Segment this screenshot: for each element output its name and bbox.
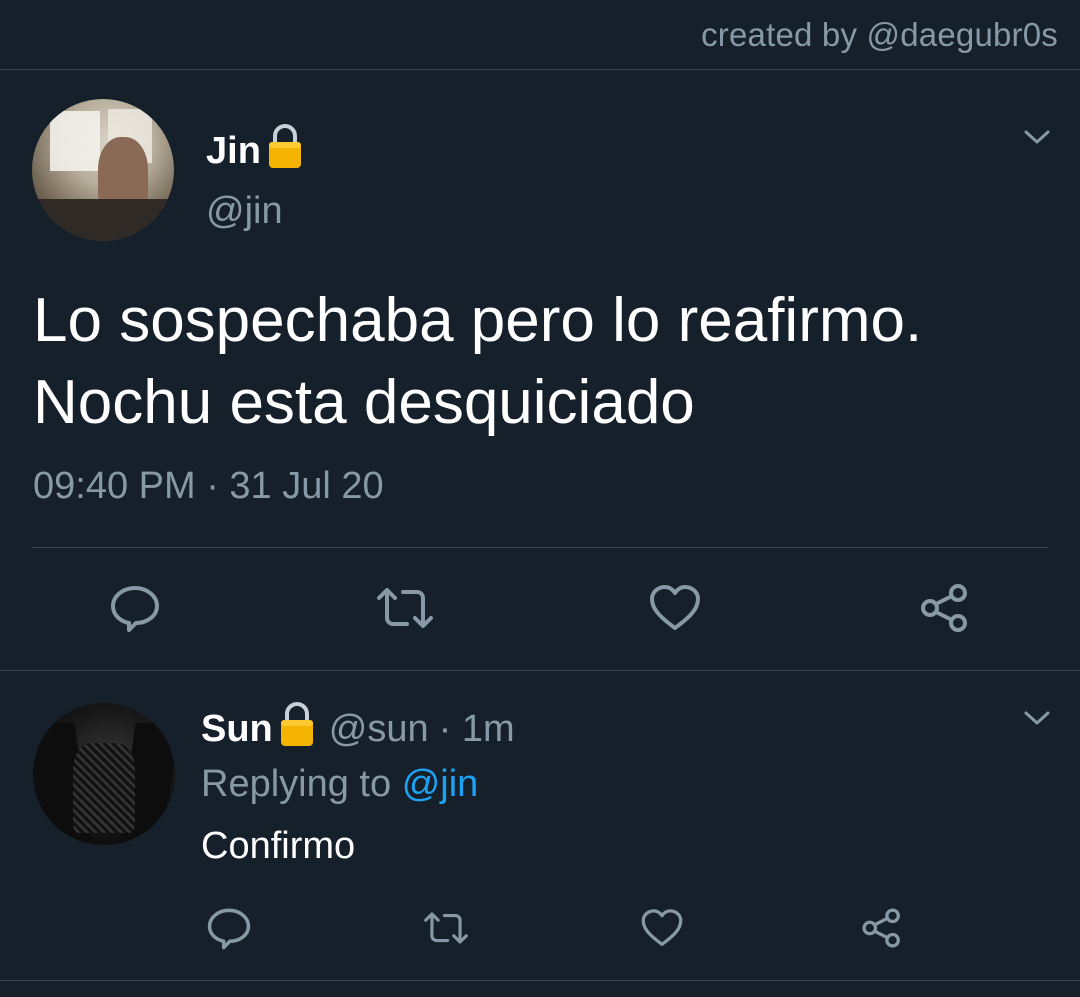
avatar-window — [50, 111, 100, 171]
tweet-text-line: Nochu esta desquiciado — [33, 368, 695, 437]
retweet-icon[interactable] — [421, 908, 471, 948]
share-icon[interactable] — [860, 907, 904, 949]
lock-icon — [265, 122, 305, 180]
replying-to-mention[interactable]: @jin — [402, 763, 479, 805]
like-icon[interactable] — [648, 584, 702, 632]
reply-time: · 1m — [438, 707, 515, 750]
tweet-timestamp[interactable]: 09:40 PM · 31 Jul 20 — [33, 465, 384, 508]
reply-header: Sun @sun · 1m — [201, 700, 515, 758]
author-handle[interactable]: @jin — [206, 190, 283, 233]
replying-to-label: Replying to — [201, 763, 392, 805]
bottom-divider — [0, 980, 1080, 981]
credit-text: created by @daegubr0s — [701, 16, 1058, 53]
tweet-screen: created by @daegubr0s Jin @jin Lo sospec… — [0, 0, 1080, 997]
avatar-desk — [32, 199, 174, 241]
lock-icon — [277, 700, 317, 758]
meta-divider — [32, 547, 1048, 548]
avatar-jin[interactable] — [32, 99, 174, 241]
reply-icon[interactable] — [206, 906, 252, 950]
chevron-down-icon[interactable] — [1022, 703, 1052, 738]
reply-icon[interactable] — [107, 582, 163, 634]
author-name[interactable]: Jin — [206, 122, 305, 180]
tweet-text-line: Lo sospechaba pero lo reafirmo. — [33, 286, 923, 355]
replying-to: Replying to @jin — [201, 763, 478, 806]
reply-author-name[interactable]: Sun — [201, 708, 273, 751]
reply-author-handle[interactable]: @sun — [329, 708, 429, 751]
top-divider — [0, 69, 1080, 70]
avatar-lace — [73, 743, 135, 833]
retweet-icon[interactable] — [373, 584, 437, 632]
like-icon[interactable] — [640, 908, 684, 948]
tweet-text: Lo sospechaba pero lo reafirmo. Nochu es… — [33, 280, 1043, 444]
avatar-sun[interactable] — [33, 703, 175, 845]
author-name-text: Jin — [206, 129, 261, 172]
chevron-down-icon[interactable] — [1022, 122, 1052, 157]
tweet-divider — [0, 670, 1080, 671]
reply-text: Confirmo — [201, 825, 356, 867]
share-icon[interactable] — [918, 583, 972, 633]
